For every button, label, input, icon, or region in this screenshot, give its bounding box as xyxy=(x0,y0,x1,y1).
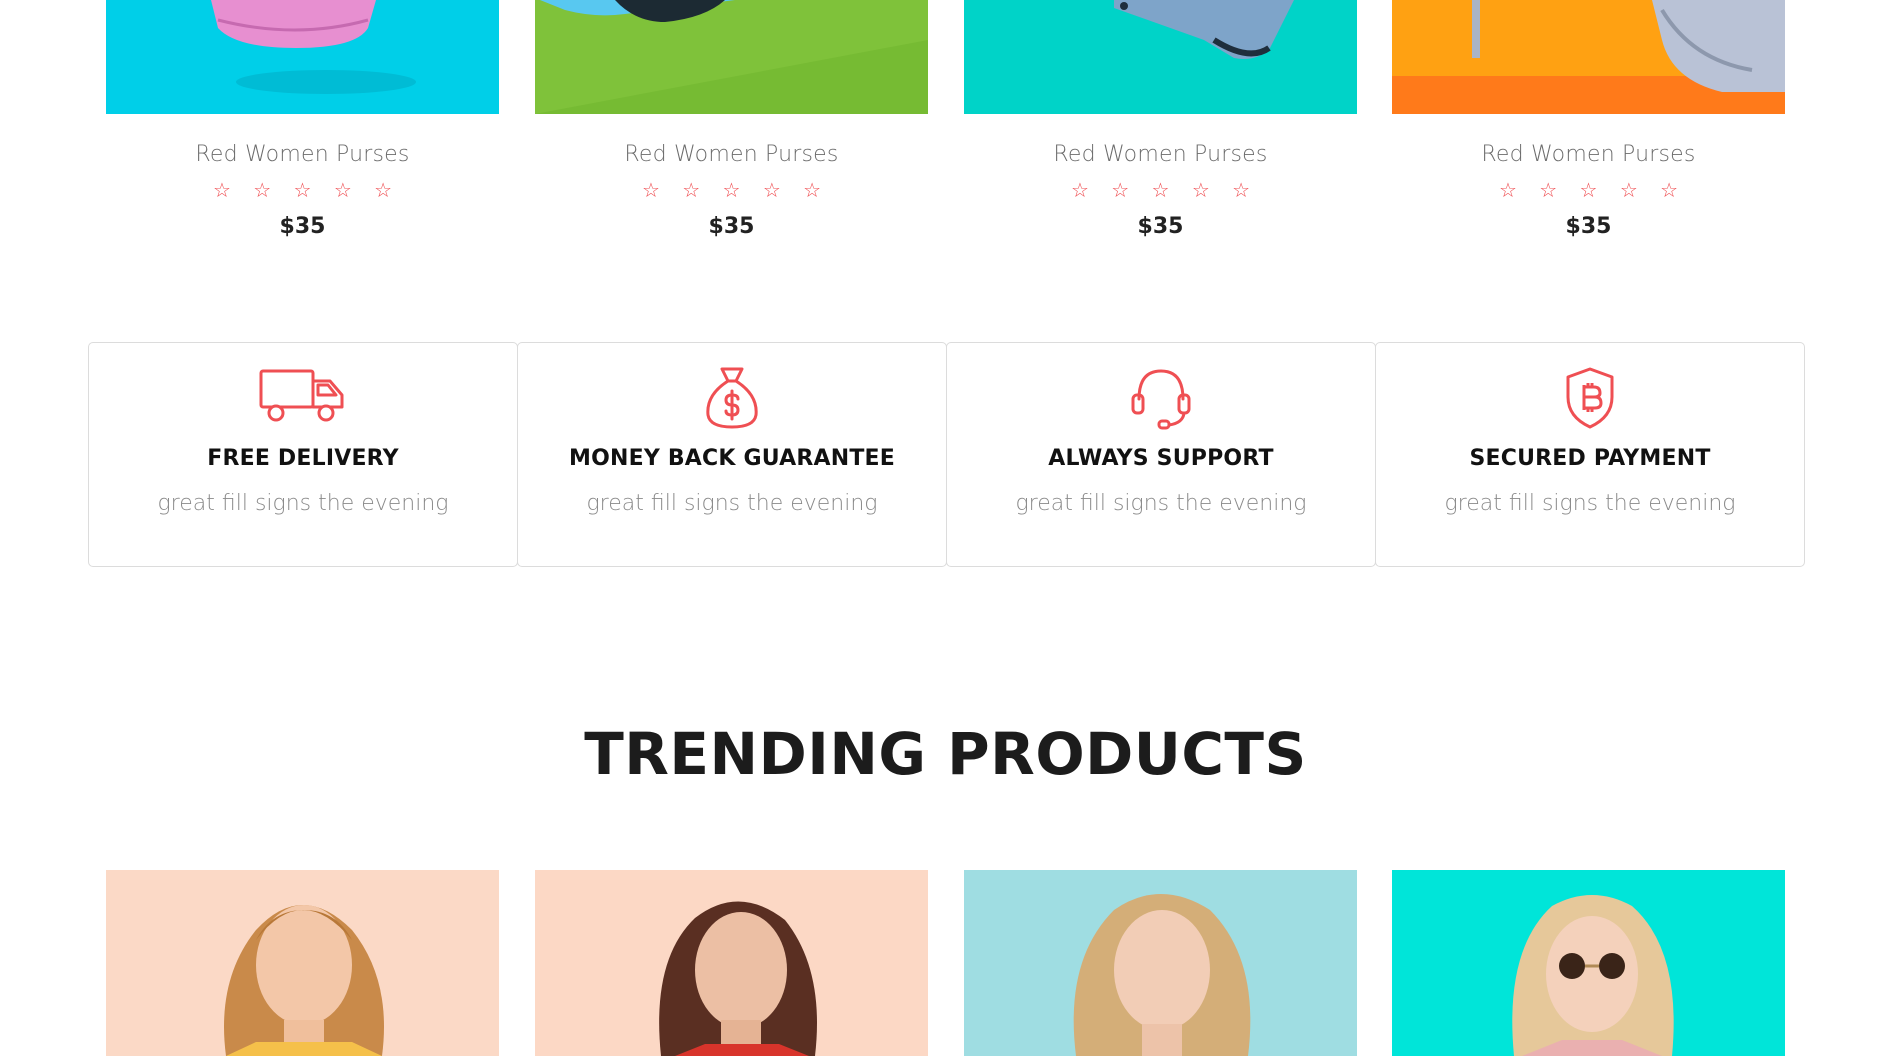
feature-title: ALWAYS SUPPORT xyxy=(1048,446,1274,471)
feature-title: FREE DELIVERY xyxy=(207,446,399,471)
feature-card-support: ALWAYS SUPPORT great fill signs the even… xyxy=(946,342,1376,567)
feature-card-money-back: MONEY BACK GUARANTEE great fill signs th… xyxy=(517,342,947,567)
feature-description: great fill signs the evening xyxy=(157,491,449,516)
woman-portrait-3 xyxy=(1073,894,1251,1056)
denim-purse-image xyxy=(1114,0,1294,59)
feature-description: great fill signs the evening xyxy=(586,491,878,516)
rating-stars: ☆ ☆ ☆ ☆ ☆ xyxy=(1070,178,1259,202)
trending-product-card[interactable] xyxy=(535,870,928,1056)
section-heading-trending: TRENDING PRODUCTS xyxy=(584,720,1307,788)
product-card[interactable]: Red Women Purses ☆ ☆ ☆ ☆ ☆ $35 xyxy=(535,0,928,260)
rating-stars: ☆ ☆ ☆ ☆ ☆ xyxy=(641,178,830,202)
product-image[interactable] xyxy=(964,870,1357,1056)
trending-product-card[interactable] xyxy=(964,870,1357,1056)
truck-icon xyxy=(259,369,344,422)
product-card[interactable]: Red Women Purses ☆ ☆ ☆ ☆ ☆ $35 xyxy=(964,0,1357,260)
blue-purse-image xyxy=(535,0,928,114)
product-image[interactable] xyxy=(1392,870,1785,1056)
rating-stars: ☆ ☆ ☆ ☆ ☆ xyxy=(1498,178,1687,202)
product-row: Red Women Purses ☆ ☆ ☆ ☆ ☆ $35 Red Women… xyxy=(0,0,1891,260)
shield-bitcoin-icon xyxy=(1566,367,1614,429)
feature-card-secure-payment: SECURED PAYMENT great fill signs the eve… xyxy=(1375,342,1805,567)
product-price: $35 xyxy=(708,214,755,239)
silver-purse-image xyxy=(1392,0,1785,114)
product-title[interactable]: Red Women Purses xyxy=(964,142,1357,167)
rating-stars: ☆ ☆ ☆ ☆ ☆ xyxy=(212,178,401,202)
feature-description: great fill signs the evening xyxy=(1444,491,1736,516)
money-bag-icon xyxy=(706,367,758,429)
product-card[interactable]: Red Women Purses ☆ ☆ ☆ ☆ ☆ $35 xyxy=(1392,0,1785,260)
product-price: $35 xyxy=(1137,214,1184,239)
product-price: $35 xyxy=(1565,214,1612,239)
product-image[interactable] xyxy=(964,0,1357,114)
product-image[interactable] xyxy=(106,870,499,1056)
woman-portrait-1 xyxy=(224,905,384,1056)
feature-title: SECURED PAYMENT xyxy=(1469,446,1711,471)
headset-icon xyxy=(1131,369,1191,430)
product-title[interactable]: Red Women Purses xyxy=(1392,142,1785,167)
product-image[interactable] xyxy=(106,0,499,114)
product-image[interactable] xyxy=(535,870,928,1056)
feature-title: MONEY BACK GUARANTEE xyxy=(569,446,895,471)
product-price: $35 xyxy=(279,214,326,239)
woman-portrait-4 xyxy=(1512,895,1674,1056)
product-image[interactable] xyxy=(535,0,928,114)
product-card[interactable]: Red Women Purses ☆ ☆ ☆ ☆ ☆ $35 xyxy=(106,0,499,260)
pink-purse-image xyxy=(211,0,416,94)
feature-card-delivery: FREE DELIVERY great fill signs the eveni… xyxy=(88,342,518,567)
product-title[interactable]: Red Women Purses xyxy=(535,142,928,167)
woman-portrait-2 xyxy=(659,901,817,1056)
feature-description: great fill signs the evening xyxy=(1015,491,1307,516)
product-image[interactable] xyxy=(1392,0,1785,114)
product-title[interactable]: Red Women Purses xyxy=(106,142,499,167)
trending-product-card[interactable] xyxy=(106,870,499,1056)
trending-product-card[interactable] xyxy=(1392,870,1785,1056)
